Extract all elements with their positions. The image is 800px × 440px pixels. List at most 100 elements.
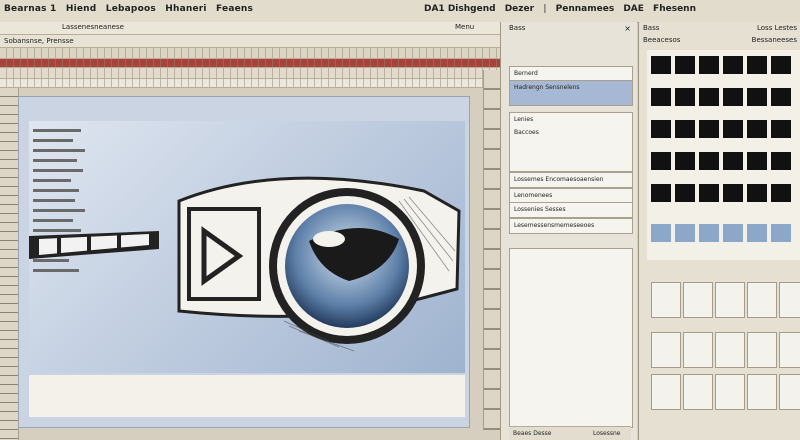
menu-item-8[interactable]: Pennamees <box>556 4 615 14</box>
thumbnail[interactable] <box>747 56 767 74</box>
blank-thumbnail[interactable] <box>683 282 713 318</box>
accent-ribbon <box>0 59 500 68</box>
thumbnail[interactable] <box>771 184 791 202</box>
blank-thumbnail[interactable] <box>779 374 800 410</box>
thumbs-header-r2: Bessaneeses <box>751 36 797 44</box>
panel-item[interactable]: Lesemessensmemeseeoes <box>509 218 633 234</box>
thumbnail[interactable] <box>675 224 695 242</box>
panel-group[interactable]: Lenies Baccoes <box>509 112 633 172</box>
blank-thumbnail[interactable] <box>779 332 800 368</box>
thumbnail[interactable] <box>699 56 719 74</box>
thumbnail[interactable] <box>723 56 743 74</box>
thumbnail[interactable] <box>723 120 743 138</box>
menu-item-7[interactable]: Dezer <box>505 4 534 14</box>
blank-thumbnail[interactable] <box>651 374 681 410</box>
blank-thumbnail[interactable] <box>715 282 745 318</box>
thumbnail[interactable] <box>771 88 791 106</box>
blank-thumbnail[interactable] <box>779 282 800 318</box>
blank-thumbnail[interactable] <box>747 332 777 368</box>
blank-thumbnail[interactable] <box>715 374 745 410</box>
thumbnail[interactable] <box>771 224 791 242</box>
panel-item-label: Hadrengn Sensnelens <box>514 84 580 91</box>
thumbnail[interactable] <box>723 224 743 242</box>
menu-item-9[interactable]: DAE <box>623 4 644 14</box>
menu-item-1[interactable]: Bearnas 1 <box>4 4 57 14</box>
thumbnail[interactable] <box>675 88 695 106</box>
thumbnail[interactable] <box>747 152 767 170</box>
toolbar-ticks <box>0 48 500 58</box>
panel-item[interactable]: Lossenies Sesses <box>509 202 633 218</box>
menu-item-4[interactable]: Hhaneri <box>165 4 206 14</box>
app-window: Bearnas 1 Hiend Lebapoos Hhaneri Feaens … <box>0 0 800 440</box>
thumbnail[interactable] <box>699 224 719 242</box>
menu-item-6[interactable]: DA1 Dishgend <box>424 4 496 14</box>
blank-thumbnail[interactable] <box>747 282 777 318</box>
panel-group-title: Lenies <box>514 116 534 123</box>
thumbnail[interactable] <box>651 184 671 202</box>
thumbnail[interactable] <box>699 184 719 202</box>
thumbnail[interactable] <box>651 224 671 242</box>
ruler-ticks <box>0 79 500 87</box>
toolbar-row-5[interactable] <box>0 68 500 79</box>
document-canvas[interactable] <box>18 96 470 428</box>
toolbar-row2-label: Sobansnse, Prensse <box>4 37 74 45</box>
panel-item[interactable]: Lossemes Encomaesoaensien <box>509 172 633 188</box>
thumbnail[interactable] <box>675 152 695 170</box>
toolbar-row-1[interactable]: Lassenesneanese Menu <box>0 22 500 35</box>
canvas-footer <box>29 375 465 417</box>
thumbnail-panel: Bass Beeacesos Loss Lestes Bessaneeses <box>638 22 800 440</box>
close-icon[interactable]: × <box>624 24 631 33</box>
thumbs-header-2: Beeacesos <box>643 36 681 44</box>
thumbnail[interactable] <box>723 152 743 170</box>
menu-right: DA1 Dishgend Dezer | Pennamees DAE Fhese… <box>424 4 702 14</box>
panel-title: Bass <box>509 24 526 32</box>
menu-item-2[interactable]: Hiend <box>66 4 97 14</box>
image-area[interactable] <box>29 121 465 373</box>
menu-item-5[interactable]: Feaens <box>216 4 253 14</box>
thumbnail[interactable] <box>675 56 695 74</box>
menu-item-3[interactable]: Lebapoos <box>106 4 156 14</box>
thumbnail[interactable] <box>747 120 767 138</box>
thumbnail[interactable] <box>651 88 671 106</box>
thumbnail[interactable] <box>651 152 671 170</box>
thumbnail[interactable] <box>699 120 719 138</box>
menu-item-10[interactable]: Fhesenn <box>653 4 696 14</box>
blank-thumbnail[interactable] <box>715 332 745 368</box>
thumbnail[interactable] <box>747 88 767 106</box>
magnifier-icon <box>29 176 461 352</box>
thumbnail[interactable] <box>651 56 671 74</box>
thumbnail[interactable] <box>699 152 719 170</box>
panel-item-selected[interactable]: Hadrengn Sensnelens <box>509 80 633 106</box>
thumbnail[interactable] <box>723 88 743 106</box>
thumbnail[interactable] <box>771 56 791 74</box>
toolbar-row1-right[interactable]: Menu <box>455 23 474 31</box>
blank-thumbnail[interactable] <box>651 282 681 318</box>
toolbar-row-3[interactable] <box>0 48 500 59</box>
thumbs-header-r1: Loss Lestes <box>756 24 797 32</box>
thumbnail[interactable] <box>723 184 743 202</box>
blank-thumbnail[interactable] <box>651 332 681 368</box>
thumbs-header-1: Bass <box>643 24 660 32</box>
thumbnail[interactable] <box>747 184 767 202</box>
toolbar-row-2[interactable]: Sobansnse, Prensse <box>0 35 500 48</box>
thumbnail[interactable] <box>771 152 791 170</box>
toolbar-ticks-2 <box>0 68 500 78</box>
vertical-scrollbar[interactable] <box>483 70 500 430</box>
horizontal-ruler <box>0 79 500 88</box>
blank-thumbnail[interactable] <box>683 374 713 410</box>
blank-thumbnail[interactable] <box>747 374 777 410</box>
vertical-ruler <box>0 88 19 440</box>
status-right: Losessne <box>593 430 621 437</box>
panel-item-label: Bernerd <box>514 70 538 77</box>
thumbnail[interactable] <box>675 184 695 202</box>
menu-left: Bearnas 1 Hiend Lebapoos Hhaneri Feaens <box>4 4 259 14</box>
properties-panel: Bass × Bernerd Hadrengn Sensnelens Lenie… <box>500 22 637 440</box>
toolbar-row1-label: Lassenesneanese <box>62 23 124 31</box>
thumbnail[interactable] <box>651 120 671 138</box>
status-left: Beaes Desse <box>513 430 552 437</box>
thumbnail[interactable] <box>771 120 791 138</box>
thumbnail[interactable] <box>675 120 695 138</box>
thumbnail[interactable] <box>747 224 767 242</box>
blank-thumbnail[interactable] <box>683 332 713 368</box>
thumbnail[interactable] <box>699 88 719 106</box>
